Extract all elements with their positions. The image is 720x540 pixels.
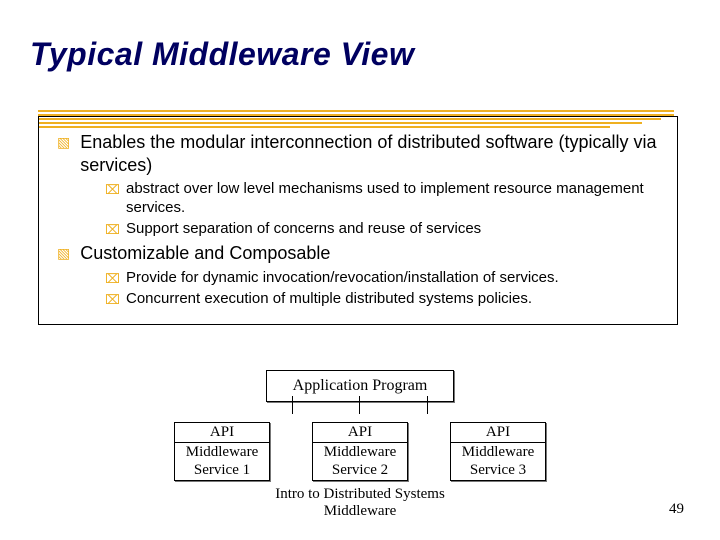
bullet-level1: ▧ Customizable and Composable: [57, 242, 659, 265]
bullet-text: abstract over low level mechanisms used …: [126, 180, 659, 218]
square-bullet-icon: ▧: [57, 134, 70, 152]
slide-title: Typical Middleware View: [30, 36, 690, 73]
footer-line2: Middleware: [0, 503, 720, 520]
xbox-bullet-icon: ⌧: [105, 222, 120, 238]
footer: Intro to Distributed Systems Middleware: [0, 486, 720, 520]
service-box-3: API Middleware Service 3: [450, 422, 546, 481]
footer-line1: Intro to Distributed Systems: [275, 486, 445, 502]
service-label: Middleware Service 2: [313, 443, 407, 480]
xbox-bullet-icon: ⌧: [105, 182, 120, 198]
service-box-2: API Middleware Service 2: [312, 422, 408, 481]
bullet-text: Support separation of concerns and reuse…: [126, 220, 481, 239]
title-area: Typical Middleware View: [30, 36, 690, 73]
api-label: API: [451, 423, 545, 443]
bullet-text: Customizable and Composable: [80, 242, 330, 265]
service-box-1: API Middleware Service 1: [174, 422, 270, 481]
bullet-level1: ▧ Enables the modular interconnection of…: [57, 131, 659, 176]
bullet-level2: ⌧ Provide for dynamic invocation/revocat…: [105, 269, 659, 288]
architecture-diagram: Application Program API Middleware Servi…: [0, 370, 720, 481]
bullet-level2: ⌧ abstract over low level mechanisms use…: [105, 180, 659, 218]
square-bullet-icon: ▧: [57, 245, 70, 263]
application-box: Application Program: [266, 370, 455, 402]
xbox-bullet-icon: ⌧: [105, 292, 120, 308]
services-row: API Middleware Service 1 API Middleware …: [174, 422, 546, 481]
bullet-level2: ⌧ Support separation of concerns and reu…: [105, 220, 659, 239]
bullet-text: Concurrent execution of multiple distrib…: [126, 290, 532, 309]
service-label: Middleware Service 1: [175, 443, 269, 480]
service-label: Middleware Service 3: [451, 443, 545, 480]
api-label: API: [313, 423, 407, 443]
xbox-bullet-icon: ⌧: [105, 271, 120, 287]
bullet-text: Enables the modular interconnection of d…: [80, 131, 659, 176]
api-label: API: [175, 423, 269, 443]
slide: Typical Middleware View ▧ Enables the mo…: [0, 0, 720, 540]
page-number: 49: [669, 501, 684, 518]
bullet-text: Provide for dynamic invocation/revocatio…: [126, 269, 559, 288]
content-box: ▧ Enables the modular interconnection of…: [38, 116, 678, 325]
bullet-level2: ⌧ Concurrent execution of multiple distr…: [105, 290, 659, 309]
